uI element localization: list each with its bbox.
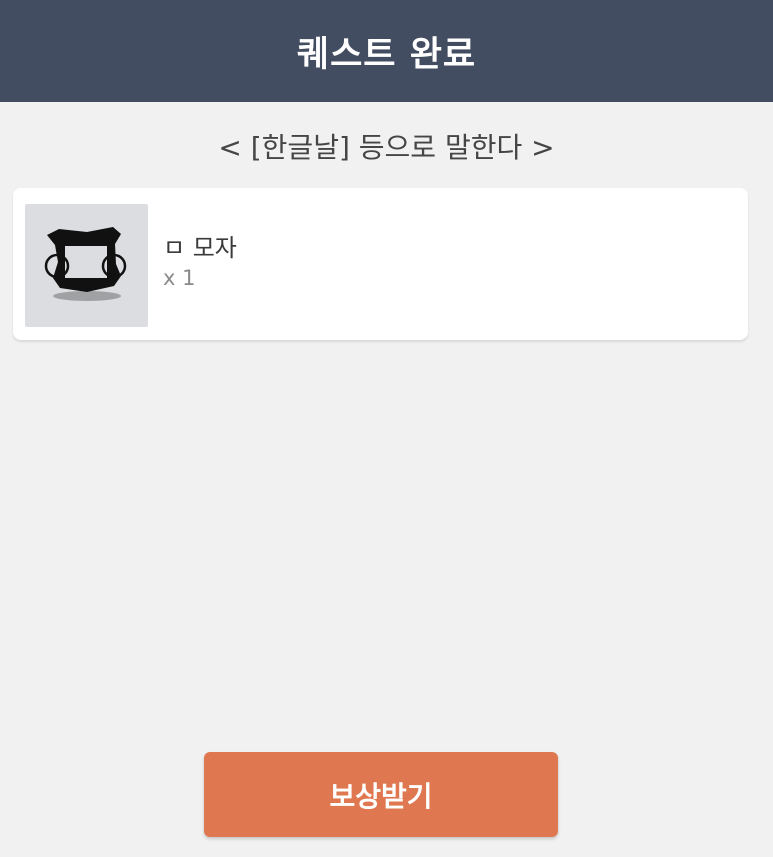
claim-reward-label: 보상받기 bbox=[329, 779, 433, 813]
hat-icon bbox=[44, 227, 127, 301]
page-title: 퀘스트 완료 bbox=[296, 34, 477, 75]
quest-name: < [한글날] 등으로 말한다 > bbox=[218, 131, 555, 164]
claim-reward-button[interactable]: 보상받기 bbox=[204, 752, 558, 837]
item-name: ㅁ 모자 bbox=[163, 234, 237, 262]
item-thumbnail bbox=[25, 204, 148, 327]
item-quantity: x 1 bbox=[163, 266, 196, 290]
header-bar: 퀘스트 완료 bbox=[0, 0, 773, 102]
reward-item-card: ㅁ 모자 x 1 bbox=[13, 188, 748, 340]
